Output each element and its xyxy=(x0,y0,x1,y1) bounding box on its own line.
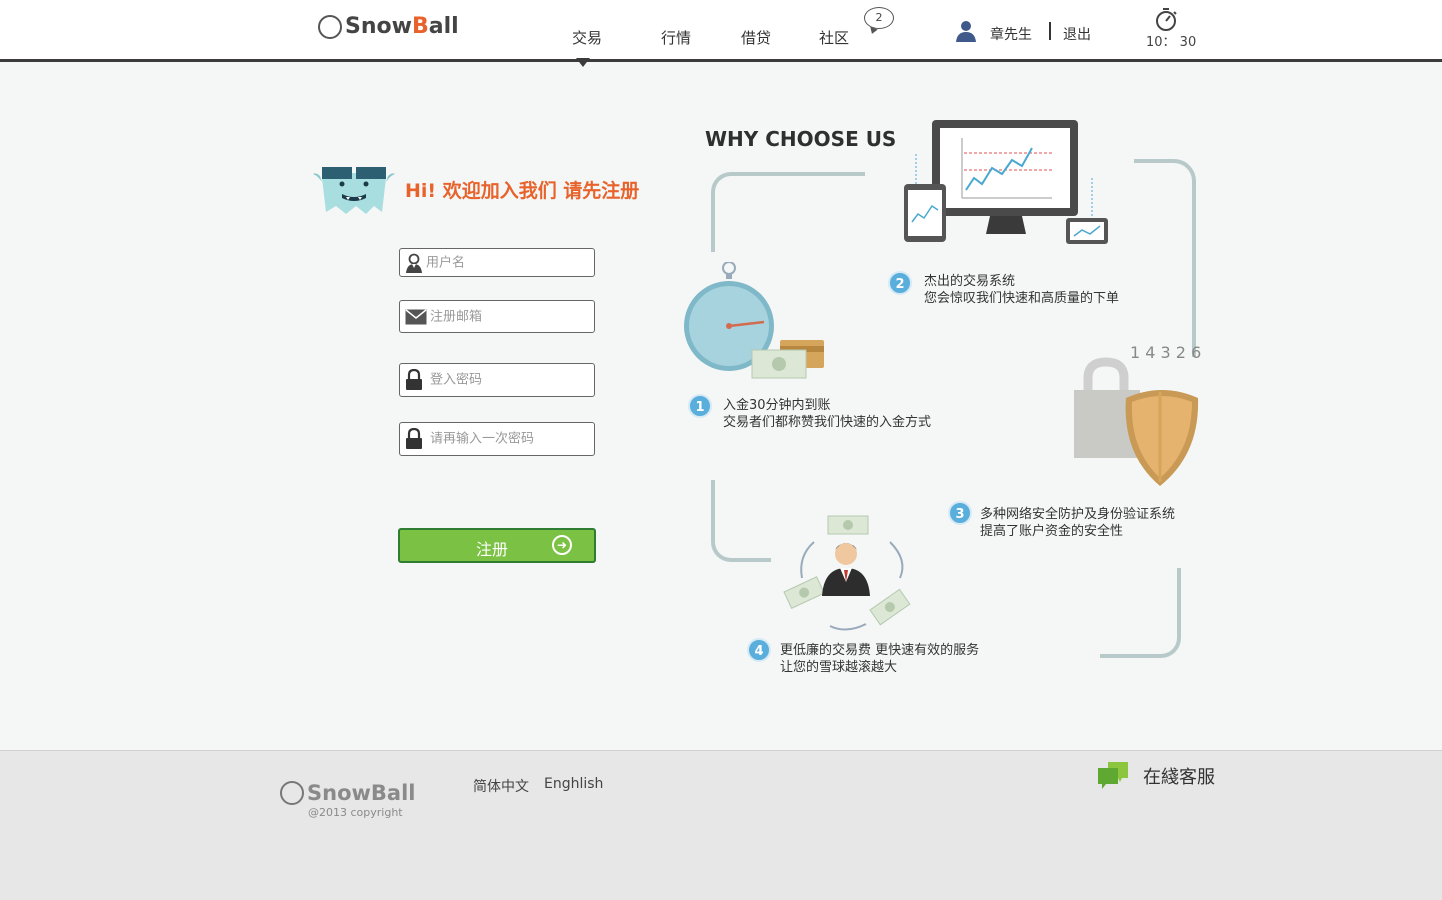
feature-1-desc: 交易者们都称赞我们快速的入金方式 xyxy=(723,415,932,430)
stopwatch-money-icon xyxy=(684,262,824,379)
footer: Snow Ball @2013 copyright 简体中文 Enghlish 在… xyxy=(0,750,1442,900)
logo[interactable]: Snow Ball xyxy=(318,14,459,39)
footer-logo-text: Snow xyxy=(307,781,371,805)
notification-bubble-icon[interactable]: 2 xyxy=(864,7,894,29)
active-nav-caret-icon xyxy=(576,58,590,67)
feature-3-text: 多种网络安全防护及身份验证系统 提高了账户资金的安全性 xyxy=(980,506,1175,540)
lang-chinese-link[interactable]: 简体中文 xyxy=(473,776,529,796)
feature-number-badge: 3 xyxy=(948,501,972,525)
lock-icon xyxy=(406,369,422,390)
person-icon xyxy=(406,253,422,273)
trading-devices-icon xyxy=(904,120,1108,244)
connector-line xyxy=(711,480,771,562)
welcome-heading: Hi! 欢迎加入我们 请先注册 xyxy=(405,180,640,202)
footer-logo[interactable]: Snow Ball xyxy=(280,781,416,805)
nav-community[interactable]: 社区 xyxy=(819,27,849,48)
nav-trade[interactable]: 交易 xyxy=(572,27,602,48)
logo-ring-icon xyxy=(318,14,342,39)
feature-2-text: 杰出的交易系统 您会惊叹我们快速和高质量的下单 xyxy=(924,273,1119,307)
password-confirm-field[interactable] xyxy=(399,422,595,456)
chat-bubbles-icon xyxy=(1098,762,1128,789)
why-choose-us-title: WHY CHOOSE US xyxy=(705,127,897,151)
feature-3-desc: 提高了账户资金的安全性 xyxy=(980,524,1124,539)
monster-mascot-icon xyxy=(313,167,395,214)
online-service-link[interactable]: 在綫客服 xyxy=(1143,763,1215,789)
lock-digits-text: 1 4 3 2 6 0 xyxy=(1130,343,1202,362)
copyright-text: @2013 copyright xyxy=(308,806,403,819)
footer-logo-suffix: all xyxy=(386,781,416,805)
username-input[interactable] xyxy=(426,255,586,270)
feature-number-badge: 4 xyxy=(747,638,771,662)
nav-lending[interactable]: 借贷 xyxy=(741,27,771,48)
feature-2-title: 杰出的交易系统 xyxy=(924,274,1016,289)
user-name[interactable]: 章先生 xyxy=(990,24,1032,44)
password-field[interactable] xyxy=(399,363,595,397)
money-cycle-icon xyxy=(783,515,911,631)
header-bar: Snow Ball 交易 行情 借贷 社区 2 章先生 退出 10： 30 xyxy=(0,0,1442,62)
logo-b: B xyxy=(411,14,429,39)
connector-line xyxy=(711,172,865,252)
feature-number-badge: 2 xyxy=(888,271,912,295)
user-icon xyxy=(956,21,976,42)
password-input[interactable] xyxy=(430,372,590,388)
logo-text-suffix: all xyxy=(428,14,459,39)
feature-4-desc: 让您的雪球越滚越大 xyxy=(780,660,898,675)
connector-line xyxy=(1134,159,1196,357)
arrow-right-circle-icon: ➜ xyxy=(552,535,572,555)
register-button[interactable]: 注册 ➜ xyxy=(398,528,596,563)
feature-number-badge: 1 xyxy=(688,394,712,418)
clock-time: 10： 30 xyxy=(1146,35,1197,50)
feature-4-text: 更低廉的交易费 更快速有效的服务 让您的雪球越滚越大 xyxy=(780,642,979,676)
email-input[interactable] xyxy=(430,309,590,324)
connector-line xyxy=(1100,568,1181,658)
nav-market[interactable]: 行情 xyxy=(661,27,691,48)
feature-4-title: 更低廉的交易费 更快速有效的服务 xyxy=(780,643,980,658)
email-field[interactable] xyxy=(399,300,595,333)
logo-ring-icon xyxy=(280,781,304,805)
feature-1-text: 入金30分钟内到账 交易者们都称赞我们快速的入金方式 xyxy=(723,397,931,431)
feature-2-desc: 您会惊叹我们快速和高质量的下单 xyxy=(924,291,1120,306)
stopwatch-icon xyxy=(1156,8,1177,31)
password-confirm-input[interactable] xyxy=(430,431,590,447)
feature-1-title: 入金30分钟内到账 xyxy=(723,398,831,413)
envelope-icon xyxy=(405,308,427,324)
header-divider xyxy=(1049,22,1051,40)
username-field[interactable] xyxy=(399,248,595,277)
register-button-label: 注册 xyxy=(476,540,509,559)
footer-logo-b: B xyxy=(370,781,387,805)
lock-icon xyxy=(406,428,422,449)
logo-text: Snow xyxy=(345,14,412,39)
logout-link[interactable]: 退出 xyxy=(1063,24,1091,44)
security-shield-icon: 1 4 3 2 6 0 xyxy=(1074,343,1202,486)
lang-english-link[interactable]: Enghlish xyxy=(544,776,603,792)
feature-3-title: 多种网络安全防护及身份验证系统 xyxy=(980,507,1176,522)
